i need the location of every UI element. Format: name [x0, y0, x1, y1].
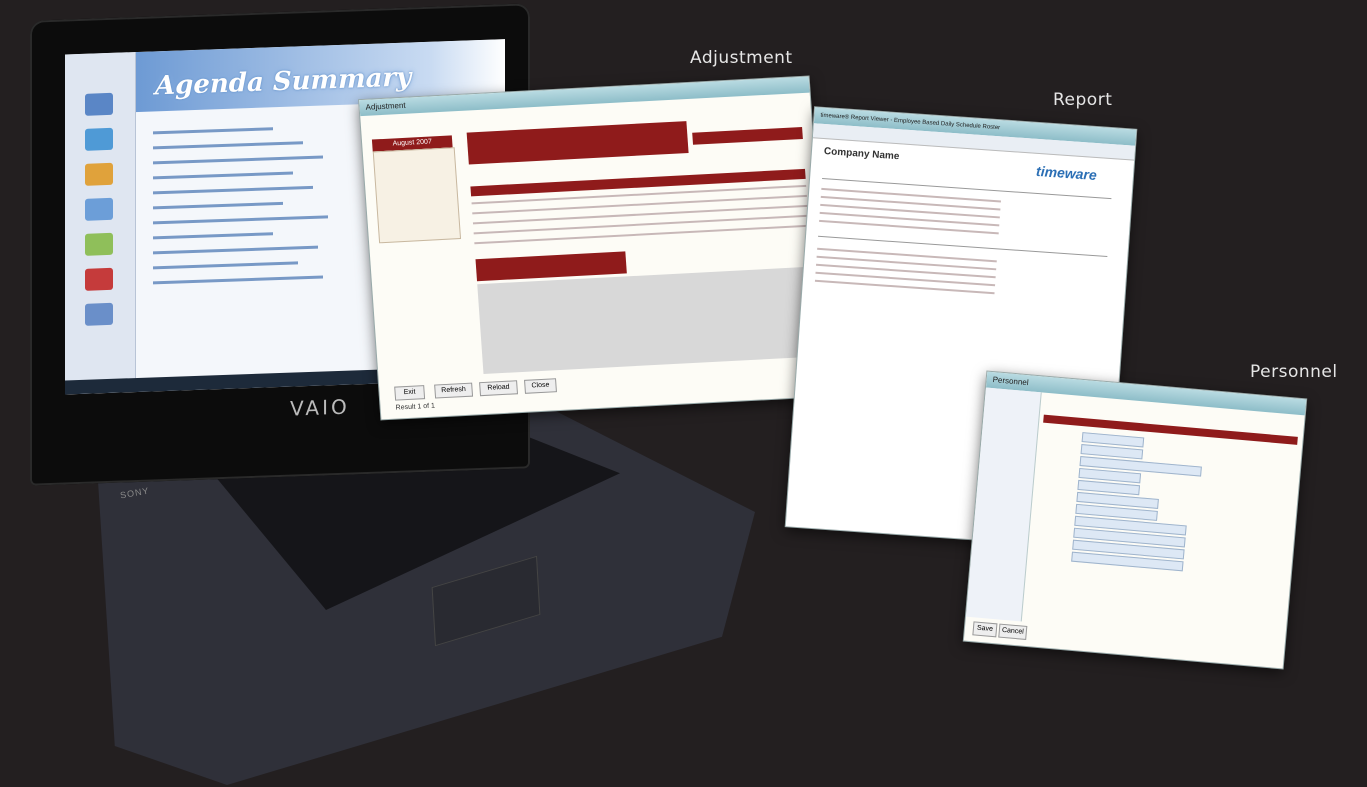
refresh-button[interactable]: Refresh: [434, 382, 474, 399]
caption-personnel: Personnel: [1250, 362, 1338, 382]
app-icon[interactable]: [85, 302, 113, 326]
calendar[interactable]: [372, 147, 462, 244]
sidebar: [65, 52, 136, 395]
caption-report: Report: [1053, 90, 1113, 110]
calendar-icon[interactable]: [85, 267, 113, 291]
caption-adjustment: Adjustment: [690, 48, 793, 68]
close-button[interactable]: Close: [524, 378, 557, 394]
record-navigator[interactable]: Result 1 of 1: [395, 403, 435, 412]
company-name: Company Name: [823, 146, 900, 163]
cancel-button[interactable]: Cancel: [998, 623, 1028, 640]
save-button[interactable]: Save: [972, 621, 998, 638]
totals-header: [692, 127, 803, 145]
reload-button[interactable]: Reload: [479, 380, 519, 397]
chart-icon[interactable]: [85, 162, 113, 186]
adjustment-window: Adjustment August 2007 Exit Refresh Relo…: [359, 76, 831, 420]
employee-panel: [466, 121, 689, 165]
schedule-header: [470, 168, 806, 197]
app-icon[interactable]: [85, 197, 113, 221]
detail-pane: [477, 266, 819, 374]
laptop-brand: VAIO: [290, 394, 350, 421]
pencil-icon[interactable]: [85, 232, 113, 256]
app-icon[interactable]: [85, 92, 113, 116]
exit-button[interactable]: Exit: [394, 385, 426, 401]
personnel-window: Personnel Save Cancel: [963, 371, 1307, 669]
app-icon[interactable]: [85, 127, 113, 151]
timeware-logo: timeware: [1035, 162, 1098, 184]
